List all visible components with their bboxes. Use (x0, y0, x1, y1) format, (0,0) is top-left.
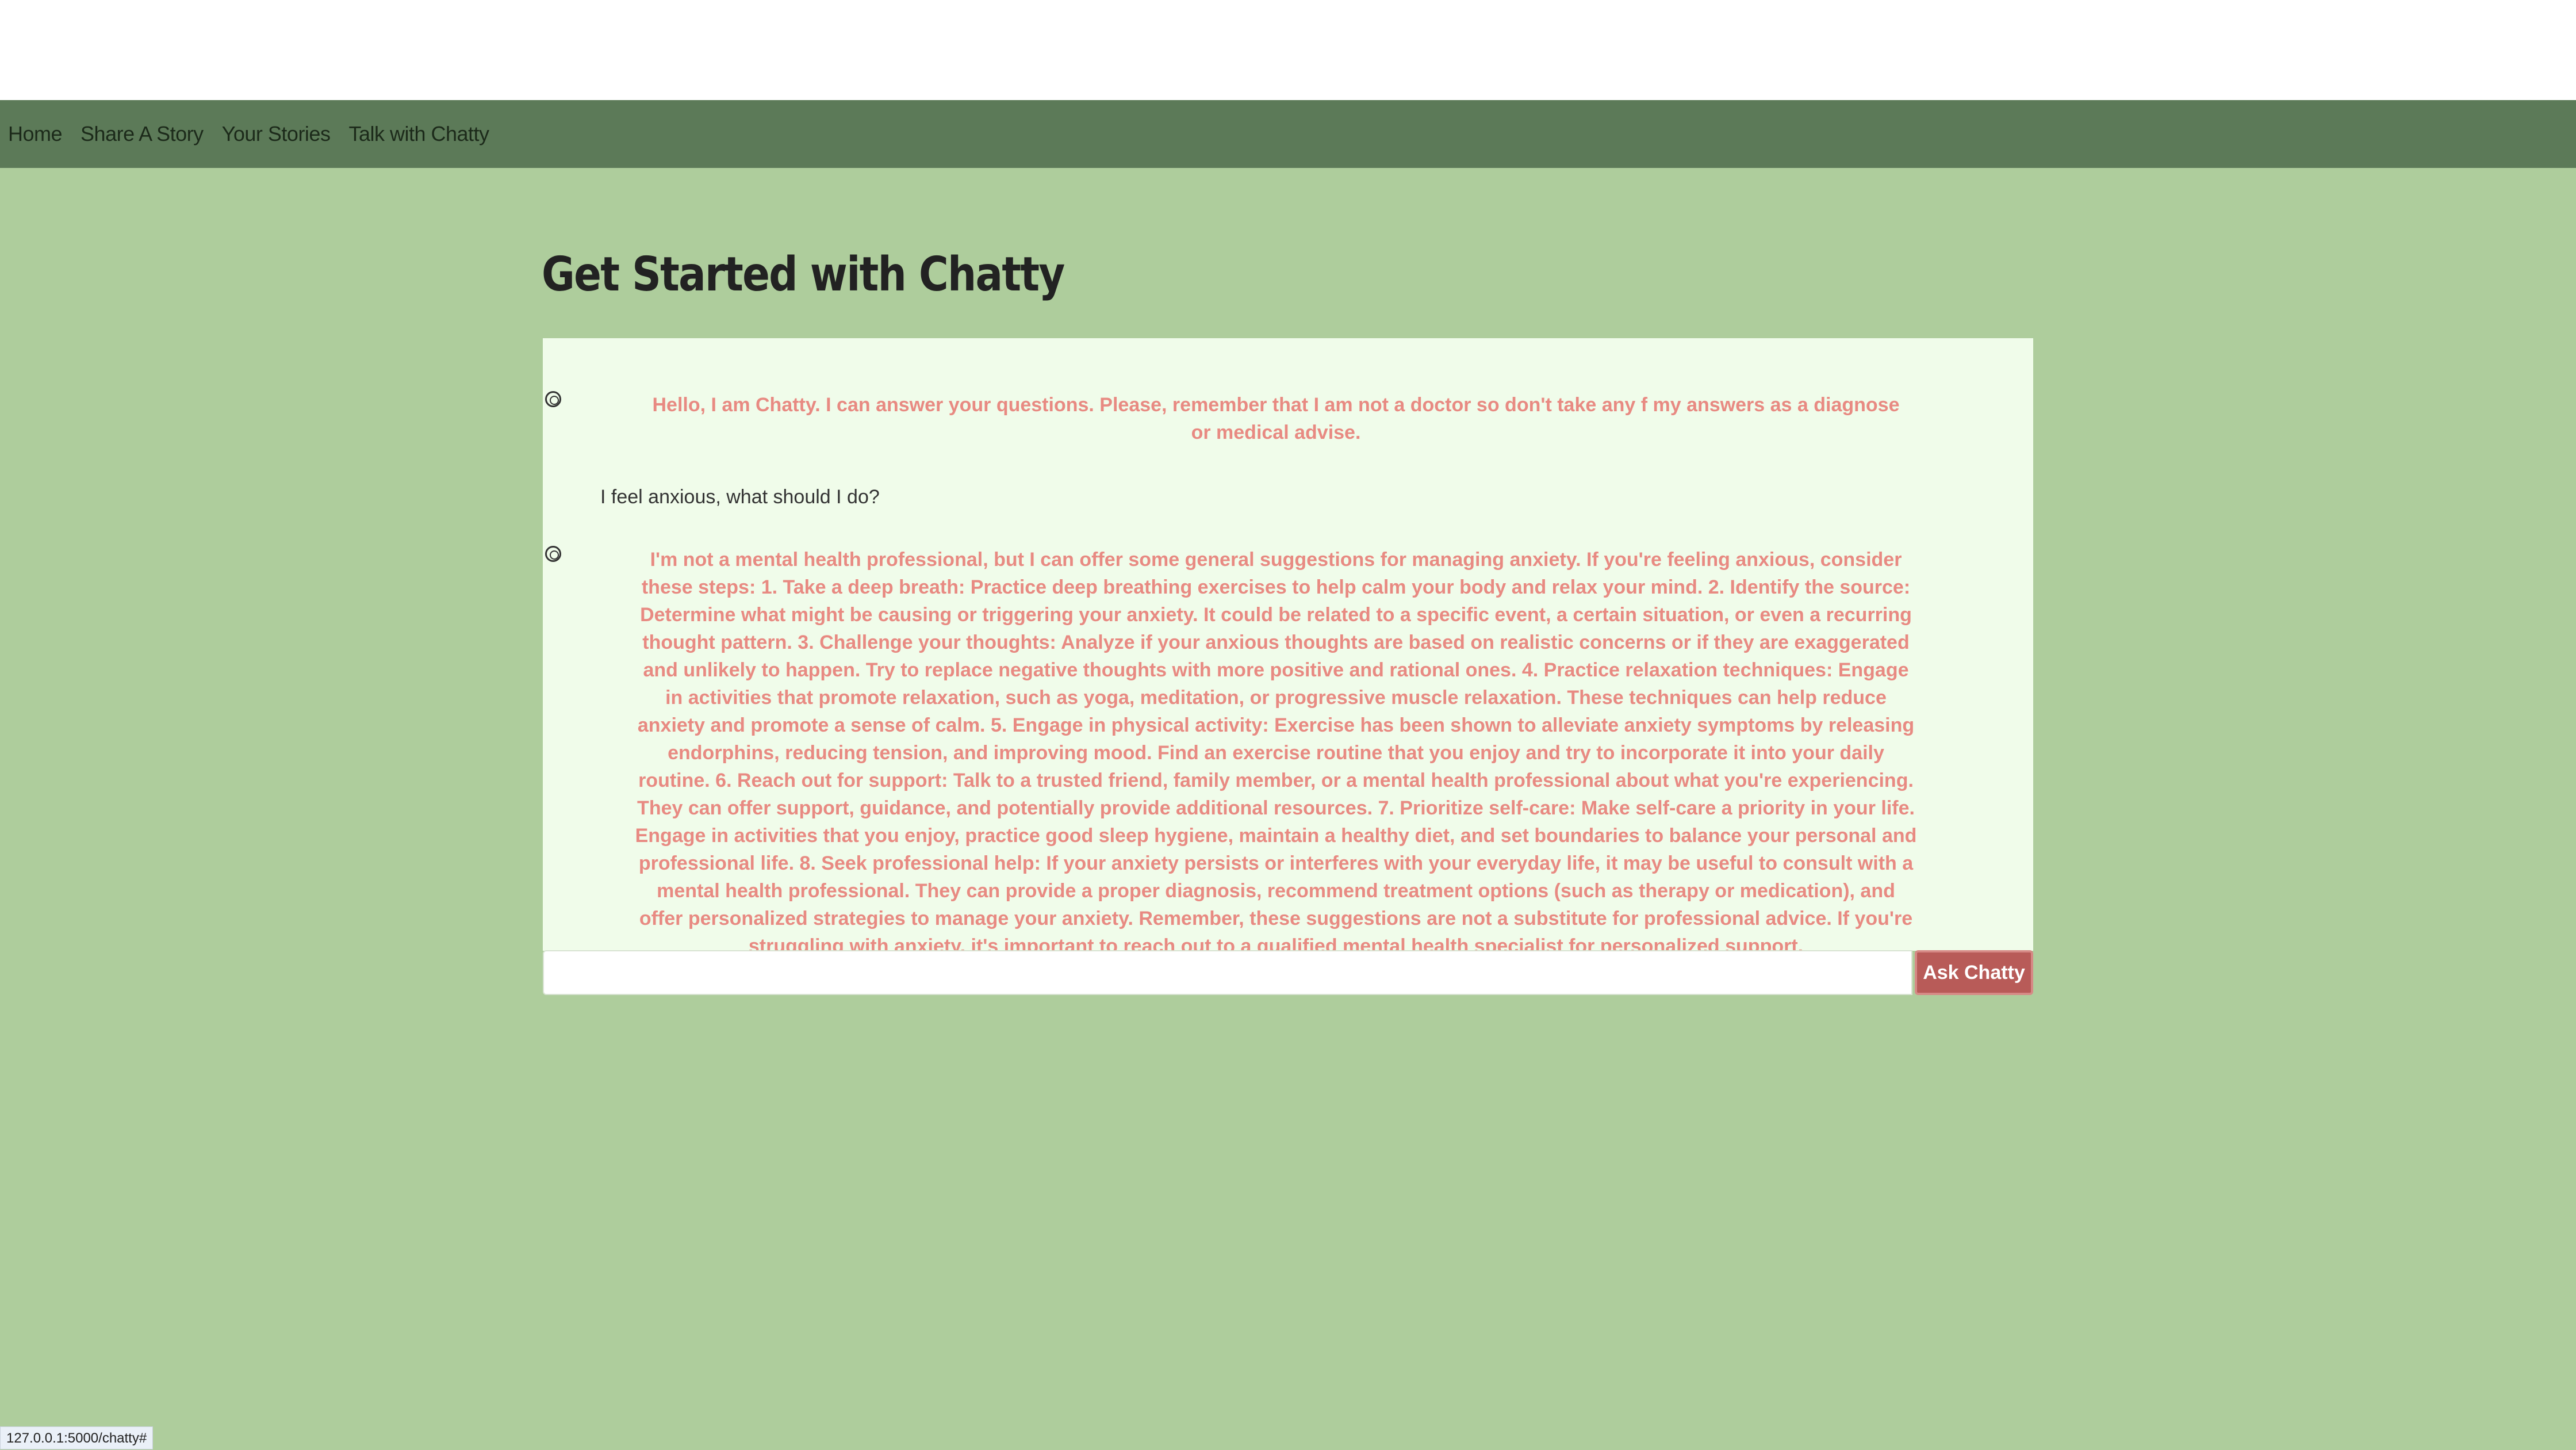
chat-input-row: Ask Chatty (543, 950, 2033, 995)
openai-logo-icon (545, 391, 561, 407)
page-title: Get Started with Chatty (542, 247, 1064, 302)
chat-question-input[interactable] (543, 950, 1912, 995)
user-message: I feel anxious, what should I do? (600, 483, 880, 511)
status-bar-url: 127.0.0.1:5000/chatty# (0, 1426, 153, 1449)
chat-panel: Hello, I am Chatty. I can answer your qu… (543, 338, 2033, 951)
main-navbar: Home Share A Story Your Stories Talk wit… (0, 100, 2576, 168)
nav-share-a-story[interactable]: Share A Story (80, 122, 204, 146)
bot-greeting-message: Hello, I am Chatty. I can answer your qu… (646, 391, 1906, 446)
bot-response-message: I'm not a mental health professional, bu… (635, 546, 1917, 960)
top-banner (0, 0, 2576, 100)
nav-talk-with-chatty[interactable]: Talk with Chatty (348, 122, 489, 146)
ask-chatty-button[interactable]: Ask Chatty (1915, 950, 2033, 995)
nav-your-stories[interactable]: Your Stories (222, 122, 331, 146)
nav-home[interactable]: Home (8, 122, 62, 146)
openai-logo-icon (545, 546, 561, 562)
